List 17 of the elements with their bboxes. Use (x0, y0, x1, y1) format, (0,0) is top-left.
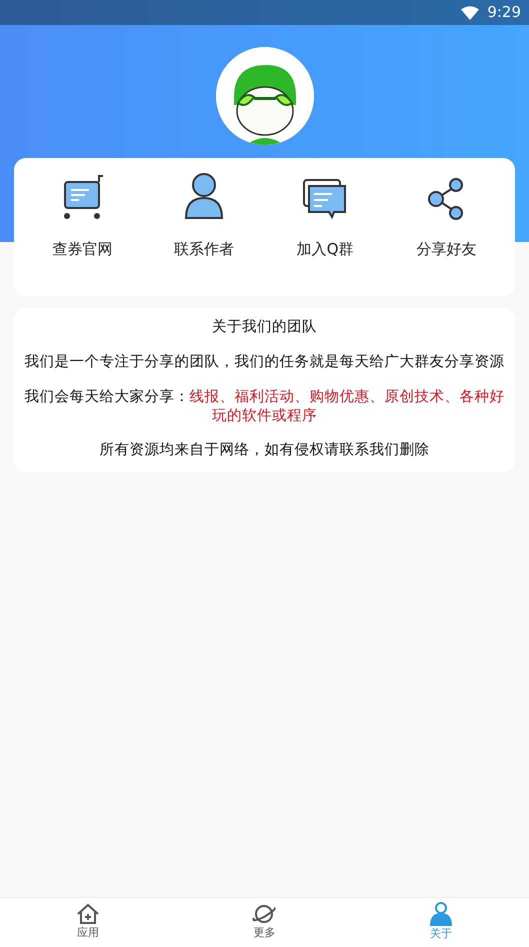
nav-tab[interactable]: 应用 (48, 903, 128, 942)
wifi-icon (461, 6, 480, 20)
about-paragraph: 我们会每天给大家分享：线报、福利活动、购物优惠、原创技术、各种好玩的软件或程序 (24, 388, 506, 426)
action-label[interactable]: 分享好友 (416, 238, 476, 260)
clock-time: 9:29 (487, 2, 521, 24)
about-paragraph: 我们是一个专注于分享的团队，我们的任务就是每天给广大群友分享资源 (24, 352, 506, 372)
about-title: 关于我们的团队 (211, 318, 318, 337)
action-label[interactable]: 加入Q群 (296, 238, 354, 260)
person-icon (184, 172, 224, 222)
chat-icon (302, 176, 348, 222)
action-label[interactable]: 联系作者 (174, 238, 234, 260)
about-paragraph: 所有资源均来自于网络，如有侵权请联系我们删除 (98, 441, 430, 460)
user-icon (428, 902, 453, 926)
home-icon (76, 903, 100, 926)
planet-icon (251, 903, 278, 926)
nav-tab[interactable]: 更多 (224, 903, 304, 942)
action-label[interactable]: 查券官网 (52, 238, 113, 260)
